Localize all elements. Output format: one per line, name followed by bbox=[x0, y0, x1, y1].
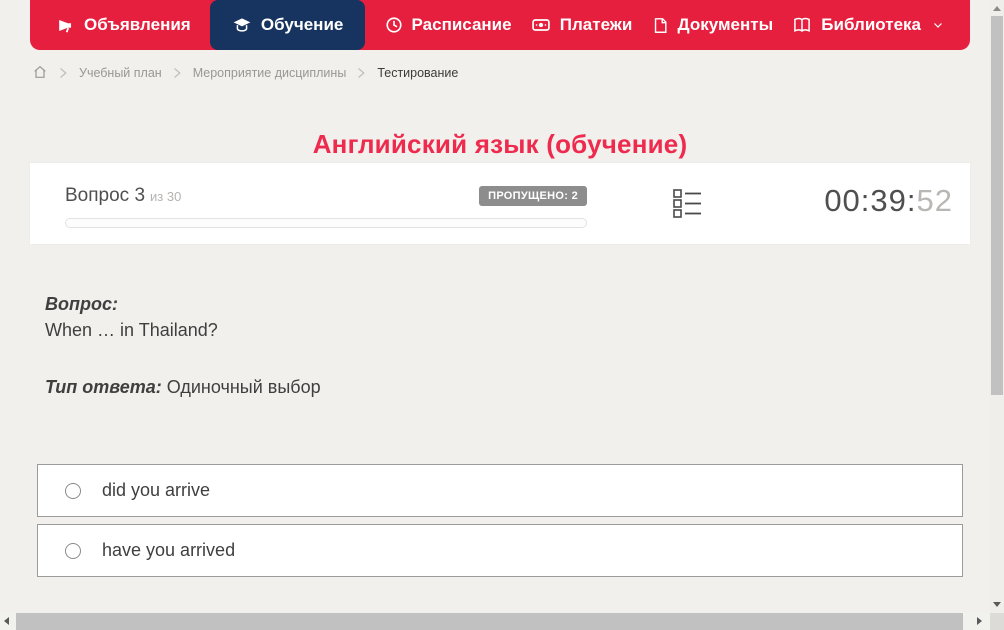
nav-item-library[interactable]: Библиотека bbox=[792, 0, 944, 50]
chevron-right-icon bbox=[59, 67, 68, 79]
nav-item-announcements[interactable]: Объявления bbox=[56, 0, 191, 50]
breadcrumb-home[interactable] bbox=[32, 64, 48, 83]
document-icon bbox=[652, 17, 669, 34]
horizontal-scrollbar[interactable] bbox=[0, 613, 990, 630]
nav-item-label: Объявления bbox=[84, 15, 191, 34]
question-text: When … in Thailand? bbox=[45, 320, 218, 340]
answer-type-label: Тип ответа: bbox=[45, 377, 162, 397]
answer-option-label: did you arrive bbox=[102, 480, 211, 500]
breadcrumb-study-plan[interactable]: Учебный план bbox=[79, 66, 162, 80]
question-total: из 30 bbox=[150, 189, 182, 204]
timer-hours-minutes: 00:39: bbox=[824, 183, 917, 218]
breadcrumb-discipline-event[interactable]: Мероприятие дисциплины bbox=[193, 66, 347, 80]
nav-item-label: Расписание bbox=[411, 15, 512, 34]
skipped-badge: ПРОПУЩЕНО: 2 bbox=[479, 186, 587, 206]
nav-item-documents[interactable]: Документы bbox=[652, 0, 774, 50]
question-header-panel: Вопрос 3 из 30 ПРОПУЩЕНО: 2 00:39:52 bbox=[30, 163, 970, 244]
graduation-cap-icon bbox=[232, 15, 252, 35]
nav-item-label: Обучение bbox=[260, 15, 344, 34]
countdown-timer: 00:39:52 bbox=[824, 183, 953, 219]
radio-button[interactable] bbox=[65, 542, 81, 559]
main-navigation: Объявления Обучение Расписание Платежи Д… bbox=[30, 0, 970, 50]
nav-item-label: Документы bbox=[677, 15, 774, 34]
question-number: Вопрос 3 bbox=[65, 185, 146, 206]
progress-bar bbox=[65, 218, 587, 228]
scroll-down-arrow-icon[interactable] bbox=[993, 602, 1001, 607]
answer-type-row: Тип ответа: Одиночный выбор bbox=[45, 377, 321, 398]
scroll-up-arrow-icon[interactable] bbox=[993, 6, 1001, 11]
question-list-icon[interactable] bbox=[673, 188, 702, 225]
nav-item-schedule[interactable]: Расписание bbox=[385, 0, 512, 50]
scroll-left-arrow-icon[interactable] bbox=[4, 617, 9, 625]
breadcrumb: Учебный план Мероприятие дисциплины Тест… bbox=[32, 63, 458, 83]
answer-option-2[interactable]: have you arrived bbox=[37, 524, 963, 577]
nav-item-payments[interactable]: Платежи bbox=[531, 0, 633, 50]
answer-type-value: Одиночный выбор bbox=[166, 377, 321, 397]
banknote-icon bbox=[531, 15, 551, 35]
scroll-right-arrow-icon[interactable] bbox=[977, 617, 982, 625]
question-counter: Вопрос 3 из 30 bbox=[65, 185, 181, 207]
answer-option-label: have you arrived bbox=[102, 540, 236, 560]
vertical-scrollbar[interactable] bbox=[990, 0, 1004, 613]
question-body: Вопрос: When … in Thailand? bbox=[45, 291, 218, 343]
chevron-down-icon bbox=[932, 19, 944, 31]
megaphone-icon bbox=[56, 16, 75, 35]
page-title: Английский язык (обучение) bbox=[312, 129, 688, 160]
vertical-scrollbar-thumb[interactable] bbox=[991, 16, 1003, 395]
clock-icon bbox=[385, 16, 403, 34]
question-label: Вопрос: bbox=[45, 294, 118, 314]
chevron-right-icon bbox=[357, 67, 366, 79]
question-progress-block: Вопрос 3 из 30 ПРОПУЩЕНО: 2 bbox=[65, 185, 587, 228]
horizontal-scrollbar-thumb[interactable] bbox=[16, 613, 963, 630]
breadcrumb-testing: Тестирование bbox=[377, 66, 459, 80]
timer-seconds: 52 bbox=[916, 183, 953, 218]
answer-option-1[interactable]: did you arrive bbox=[37, 464, 963, 517]
home-icon bbox=[32, 65, 48, 83]
nav-item-label: Библиотека bbox=[821, 15, 921, 34]
nav-item-education[interactable]: Обучение bbox=[209, 0, 366, 50]
scrollbar-corner bbox=[990, 613, 1004, 630]
book-icon bbox=[792, 15, 812, 35]
radio-button[interactable] bbox=[65, 482, 81, 499]
nav-item-label: Платежи bbox=[559, 15, 633, 34]
chevron-right-icon bbox=[173, 67, 182, 79]
